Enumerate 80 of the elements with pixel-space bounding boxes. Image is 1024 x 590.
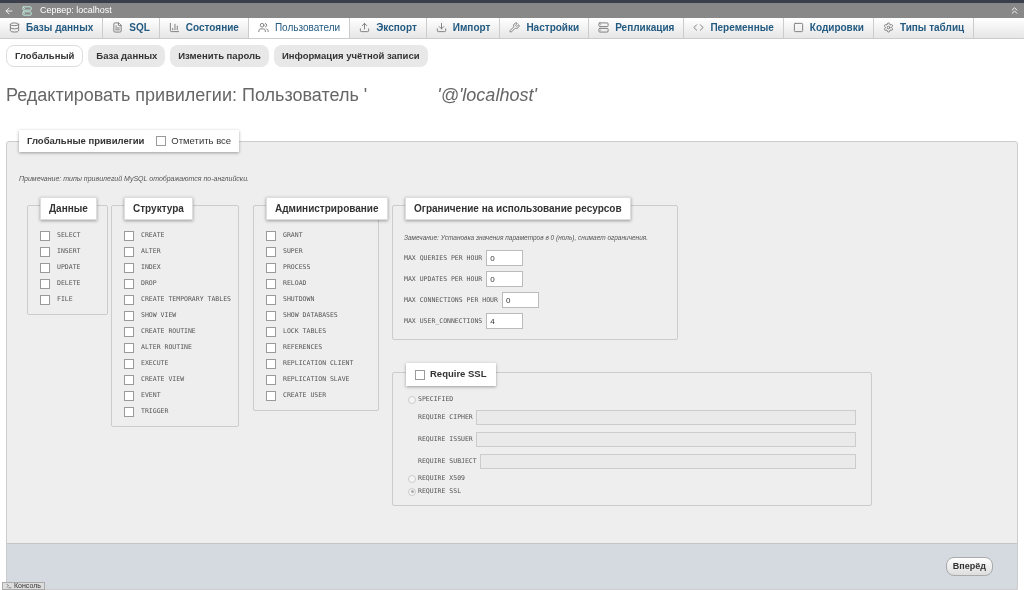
checkbox[interactable] [266, 294, 276, 305]
nav-tab[interactable]: Репликация [589, 18, 685, 38]
nav-tab[interactable]: Кодировки [783, 18, 874, 38]
check-all-label[interactable]: Отметить все [171, 134, 232, 149]
checkbox[interactable] [124, 358, 134, 369]
checkbox[interactable] [124, 278, 134, 289]
group-title: Администрирование [266, 196, 388, 220]
checkbox[interactable] [40, 246, 50, 257]
server-icon [22, 5, 32, 16]
nav-tab[interactable]: Настройки [500, 18, 590, 38]
nav-tab[interactable]: Пользователи [248, 18, 351, 38]
sub-tab[interactable]: Глобальный [6, 45, 84, 68]
checkbox[interactable] [124, 294, 134, 305]
ssl-checkbox[interactable] [415, 369, 425, 380]
page-heading: Редактировать привилегии: Пользователь ' '@'localhost' [5, 84, 539, 108]
code-icon [693, 22, 705, 34]
group-title: Структура [124, 196, 193, 220]
sub-tab[interactable]: База данных [88, 45, 166, 68]
ssl-field[interactable] [475, 410, 856, 426]
checkbox[interactable] [124, 310, 134, 321]
nav-tab[interactable]: Базы данных [0, 18, 104, 38]
gear-icon [882, 22, 894, 34]
checkbox[interactable] [124, 406, 134, 417]
nav-tab[interactable]: SQL [103, 18, 160, 38]
checkbox[interactable] [124, 246, 134, 257]
checkbox[interactable] [266, 358, 276, 369]
checkbox[interactable] [266, 390, 276, 401]
checkbox[interactable] [40, 278, 50, 289]
collapse-icon[interactable] [1009, 5, 1020, 16]
checkbox[interactable] [124, 262, 134, 273]
check-all-checkbox[interactable] [156, 136, 167, 147]
document-icon [112, 22, 124, 34]
square-icon [792, 22, 804, 34]
terminal-icon [6, 583, 12, 589]
limit-field[interactable]: 0 [486, 271, 524, 288]
ssl-field[interactable] [479, 454, 856, 470]
checkbox[interactable] [266, 262, 276, 273]
limit-field[interactable]: 0 [501, 292, 539, 309]
checkbox[interactable] [124, 342, 134, 353]
checkbox[interactable] [266, 246, 276, 257]
sub-tab[interactable]: Информация учётной записи [273, 45, 428, 68]
checkbox[interactable] [124, 326, 134, 337]
back-icon[interactable] [4, 5, 14, 16]
legend-title: Глобальные привилегии [27, 134, 145, 149]
checkbox[interactable] [124, 390, 134, 401]
limit-field[interactable]: 4 [486, 313, 524, 330]
checkbox[interactable] [266, 278, 276, 289]
radio-button[interactable] [408, 475, 416, 484]
download-icon [435, 22, 447, 34]
ssl-field[interactable] [475, 432, 856, 448]
nav-tab[interactable]: Состояние [159, 18, 249, 38]
checkbox[interactable] [266, 230, 276, 241]
submit-button[interactable]: Вперёд [945, 556, 993, 577]
wrench-icon [509, 22, 521, 34]
chart-icon [168, 22, 180, 34]
radio-button[interactable] [408, 396, 416, 405]
radio-button[interactable] [408, 487, 416, 496]
checkbox[interactable] [266, 374, 276, 385]
nav-tab[interactable]: Переменные [684, 18, 784, 38]
limits-title: Ограничение на использование ресурсов [405, 196, 631, 220]
checkbox[interactable] [124, 230, 134, 241]
checkbox[interactable] [266, 326, 276, 337]
window-title: Сервер: localhost [40, 3, 112, 17]
ssl-label[interactable]: Require SSL [430, 367, 487, 382]
checkbox[interactable] [266, 310, 276, 321]
checkbox[interactable] [40, 262, 50, 273]
nav-tab[interactable]: Экспорт [350, 18, 427, 38]
limit-field[interactable]: 0 [486, 250, 524, 267]
nav-tab[interactable]: Импорт [426, 18, 501, 38]
nav-tab[interactable]: Типы таблиц [873, 18, 975, 38]
group-title: Данные [40, 196, 97, 220]
checkbox[interactable] [124, 374, 134, 385]
checkbox[interactable] [266, 342, 276, 353]
server-icon [598, 22, 610, 34]
upload-icon [359, 22, 371, 34]
sub-tab[interactable]: Изменить пароль [170, 45, 269, 68]
users-icon [257, 22, 269, 34]
checkbox[interactable] [40, 230, 50, 241]
checkbox[interactable] [40, 294, 50, 305]
database-icon [9, 22, 20, 34]
